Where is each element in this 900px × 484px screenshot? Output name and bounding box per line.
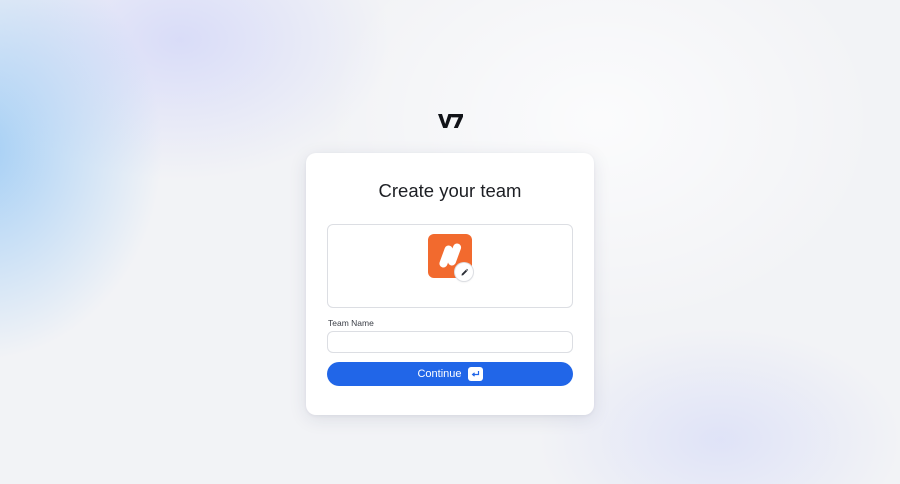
page-title: Create your team: [378, 180, 522, 201]
team-name-input[interactable]: [327, 331, 573, 353]
team-avatar-upload-area[interactable]: [327, 224, 573, 308]
pencil-icon: [461, 268, 468, 275]
create-team-card: Create your team Team Name Continue: [306, 153, 594, 415]
continue-button[interactable]: Continue: [327, 362, 573, 386]
enter-key-icon: [467, 367, 483, 381]
v7-logo: [438, 114, 463, 128]
continue-button-label: Continue: [417, 368, 462, 380]
team-name-label: Team Name: [328, 318, 374, 328]
edit-avatar-button[interactable]: [455, 263, 473, 281]
